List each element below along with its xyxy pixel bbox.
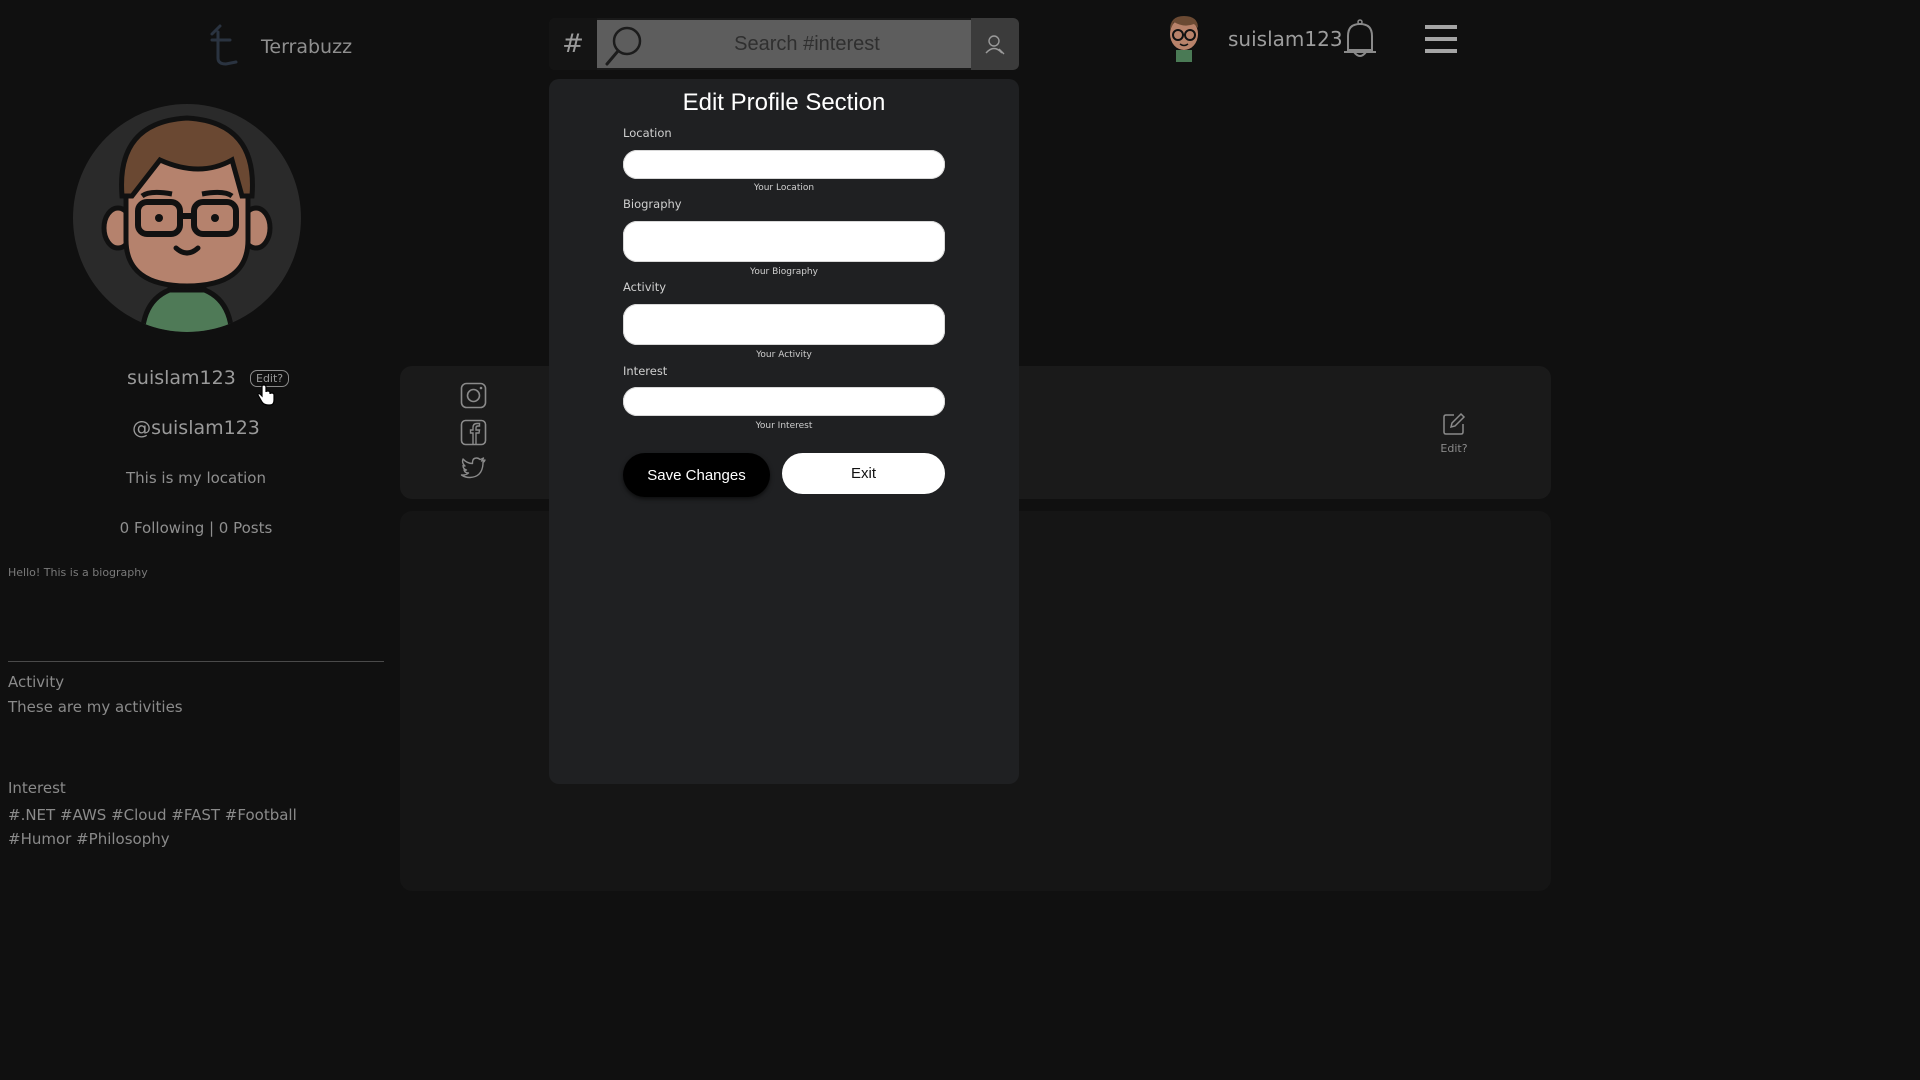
modal-title: Edit Profile Section xyxy=(682,89,886,116)
twitter-icon[interactable] xyxy=(460,456,487,485)
edit-social-button[interactable]: Edit? xyxy=(1438,412,1470,455)
sidebar-divider xyxy=(8,661,384,662)
biography-label: Biography xyxy=(623,197,682,211)
activity-input[interactable] xyxy=(623,304,945,345)
profile-username: suislam123 xyxy=(127,367,236,389)
exit-button[interactable]: Exit xyxy=(782,453,945,494)
edit-social-label: Edit? xyxy=(1440,442,1468,455)
location-hint: Your Location xyxy=(753,183,815,193)
profile-location: This is my location xyxy=(126,469,266,487)
hand-cursor-icon xyxy=(256,384,276,410)
instagram-icon[interactable] xyxy=(460,382,487,413)
profile-biography: Hello! This is a biography xyxy=(8,566,148,579)
user-icon xyxy=(985,35,1005,55)
header-username[interactable]: suislam123 xyxy=(1228,27,1343,51)
header-avatar[interactable] xyxy=(1164,14,1204,62)
location-input[interactable] xyxy=(623,150,945,179)
activity-label: Activity xyxy=(623,280,667,294)
location-label: Location xyxy=(623,126,672,140)
profile-stats: 0 Following | 0 Posts xyxy=(119,519,273,537)
interest-hint: Your Interest xyxy=(755,421,813,431)
profile-handle: @suislam123 xyxy=(132,417,260,439)
interest-heading: Interest xyxy=(8,779,66,797)
profile-avatar xyxy=(72,100,302,340)
edit-profile-modal: Edit Profile Section Location Your Locat… xyxy=(549,79,1019,784)
hashtag-icon[interactable]: # xyxy=(549,18,597,70)
search-bar: # xyxy=(549,18,1019,70)
edit-pencil-icon xyxy=(1443,412,1466,435)
bell-icon[interactable] xyxy=(1340,16,1380,66)
search-input[interactable] xyxy=(657,20,957,68)
facebook-icon[interactable] xyxy=(460,419,487,450)
activity-hint: Your Activity xyxy=(756,350,812,360)
save-changes-button[interactable]: Save Changes xyxy=(623,453,770,497)
interest-input[interactable] xyxy=(623,387,945,416)
brand-name[interactable]: Terrabuzz xyxy=(261,36,352,58)
biography-input[interactable] xyxy=(623,221,945,262)
interest-label: Interest xyxy=(623,364,668,378)
user-search-button[interactable] xyxy=(971,18,1019,70)
biography-hint: Your Biography xyxy=(750,267,818,277)
interest-tags: #.NET #AWS #Cloud #FAST #Football #Humor… xyxy=(8,806,297,848)
hamburger-menu-icon[interactable] xyxy=(1424,22,1458,60)
search-icon xyxy=(605,26,642,66)
search-field[interactable] xyxy=(597,20,971,68)
activity-text: These are my activities xyxy=(8,698,183,716)
terrabuzz-logo-icon[interactable] xyxy=(204,22,244,68)
activity-heading: Activity xyxy=(8,673,65,691)
